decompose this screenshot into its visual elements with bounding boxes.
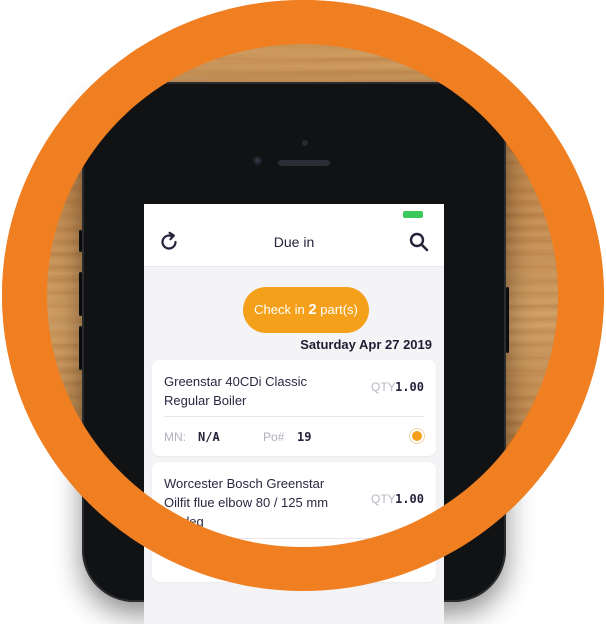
part-name: Greenstar 40CDi Classic Regular Boiler	[164, 372, 354, 410]
part-name-line: Worcester Bosch Greenstar	[164, 476, 325, 491]
mute-switch	[79, 230, 82, 252]
part-name-line: Greenstar 40CDi Classic	[164, 374, 308, 389]
proximity-sensor	[302, 140, 308, 146]
mn-label: MN:	[164, 430, 186, 444]
date-header: Saturday Apr 27 2019	[300, 337, 432, 352]
app-screen: Due in Check in 2 part(s) Saturday Apr 2…	[144, 204, 444, 624]
part-card[interactable]: Greenstar 40CDi Classic Regular Boiler Q…	[152, 360, 436, 456]
card-divider	[164, 416, 424, 417]
check-in-button[interactable]: Check in 2 part(s)	[243, 287, 369, 333]
mn-value: N/A	[198, 430, 220, 444]
part-name-line: 45 deg	[164, 514, 204, 529]
qty-value: 1.00	[395, 492, 424, 506]
qty-value: 1.00	[395, 380, 424, 394]
search-icon[interactable]	[408, 231, 430, 253]
card-divider	[164, 538, 424, 539]
mn-label: MN:	[164, 546, 186, 560]
battery-indicator	[403, 211, 423, 218]
page-title: Due in	[273, 234, 315, 250]
po-label: Po#	[263, 546, 285, 560]
navigation-bar: Due in	[144, 204, 444, 267]
qty-label: QTY	[371, 380, 396, 394]
po-value: 19	[297, 430, 312, 444]
front-camera	[253, 156, 262, 165]
part-name-line: Oilfit flue elbow 80 / 125 mm	[164, 495, 329, 510]
part-name-line: Regular Boiler	[164, 393, 247, 408]
po-value: 19	[297, 546, 312, 560]
part-name: Worcester Bosch Greenstar Oilfit flue el…	[164, 474, 374, 531]
earpiece-speaker	[278, 160, 330, 166]
power-button	[506, 287, 509, 353]
volume-up-button	[79, 272, 82, 316]
volume-down-button	[79, 326, 82, 370]
check-in-prefix: Check in	[254, 302, 309, 317]
mn-value: 550	[198, 546, 220, 560]
part-card[interactable]: Worcester Bosch Greenstar Oilfit flue el…	[152, 462, 436, 582]
qty-label: QTY	[371, 492, 396, 506]
check-in-suffix: part(s)	[316, 302, 358, 317]
po-label: Po#	[263, 430, 285, 444]
status-dot-icon[interactable]	[412, 431, 422, 441]
check-in-count: 2	[308, 301, 317, 318]
phone-frame: Due in Check in 2 part(s) Saturday Apr 2…	[79, 82, 509, 624]
